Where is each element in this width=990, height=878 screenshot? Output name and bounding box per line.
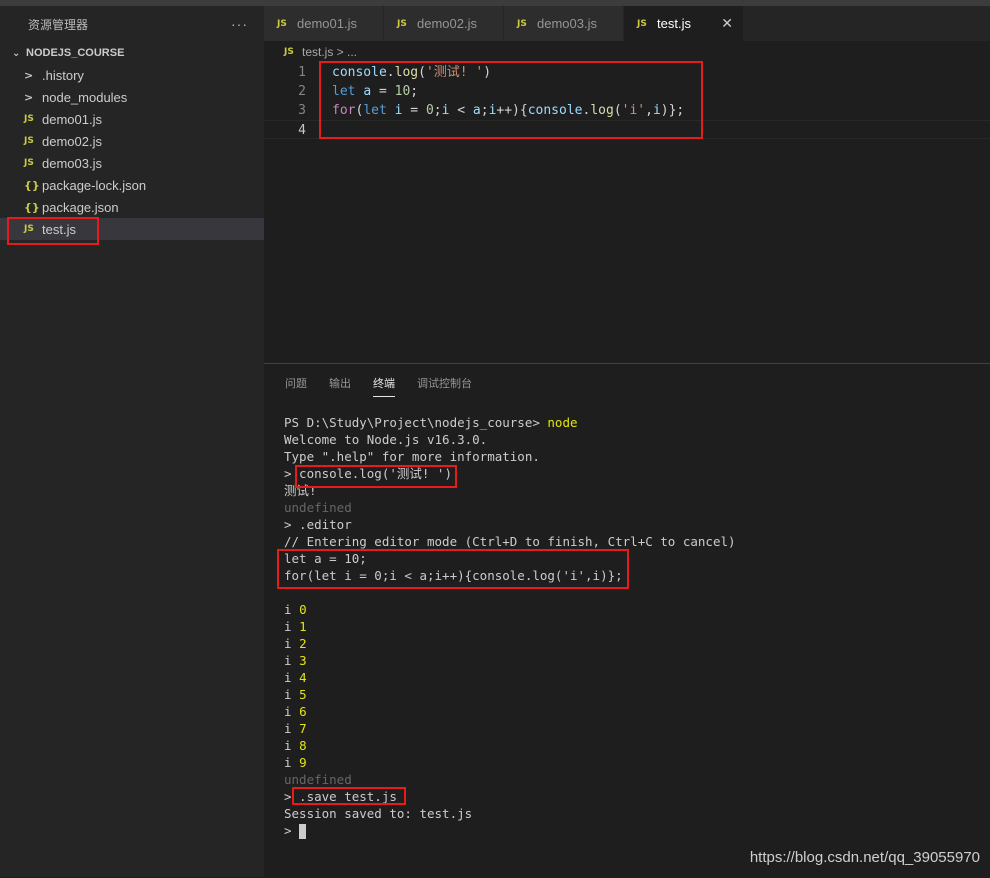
terminal-line: undefined (284, 500, 352, 515)
highlight-box (292, 787, 406, 805)
terminal-line: Welcome to Node.js v16.3.0. (284, 432, 488, 447)
close-icon[interactable]: ✕ (721, 15, 733, 32)
tab-demo03[interactable]: JS demo03.js (504, 6, 624, 41)
terminal-line: > .editor (284, 517, 352, 532)
terminal-output-line: i 1 (284, 619, 307, 634)
tab-output[interactable]: 输出 (329, 375, 351, 397)
chevron-right-icon: > (24, 68, 34, 82)
tab-label: test.js (657, 16, 691, 31)
js-file-icon: JS (24, 114, 34, 124)
tab-demo01[interactable]: JS demo01.js (264, 6, 384, 41)
tab-test-js[interactable]: JS test.js ✕ (624, 6, 744, 41)
terminal-cursor (299, 824, 307, 839)
js-file-icon: JS (637, 18, 647, 29)
highlight-box (277, 549, 629, 589)
terminal-output-line: i 7 (284, 721, 307, 736)
js-file-icon: JS (277, 18, 287, 29)
terminal-line: Session saved to: test.js (284, 806, 473, 821)
watermark: https://blog.csdn.net/qq_39055970 (749, 849, 980, 866)
tab-label: demo01.js (297, 16, 357, 31)
terminal-output-line: i 0 (284, 602, 307, 617)
json-file-icon: {} (24, 200, 40, 214)
tab-demo02[interactable]: JS demo02.js (384, 6, 504, 41)
terminal-line: undefined (284, 772, 352, 787)
tree-item-package-lock[interactable]: {} package-lock.json (0, 174, 264, 196)
tree-item-package-json[interactable]: {} package.json (0, 196, 264, 218)
terminal-line: PS D:\Study\Project\nodejs_course> node (284, 415, 578, 430)
breadcrumb[interactable]: JS test.js > ... (284, 42, 357, 62)
workspace-folder[interactable]: ⌄ NODEJS_COURSE (0, 42, 264, 64)
tab-label: demo02.js (417, 16, 477, 31)
tree-item-demo01[interactable]: JS demo01.js (0, 108, 264, 130)
tree-item-history[interactable]: > .history (0, 64, 264, 86)
highlight-box (319, 61, 703, 139)
js-file-icon: JS (24, 136, 34, 146)
line-number: 2 (298, 84, 306, 99)
tree-item-label: demo02.js (42, 133, 102, 149)
tab-label: demo03.js (537, 16, 597, 31)
more-actions-icon[interactable]: ··· (231, 16, 248, 32)
tree-item-label: package-lock.json (42, 177, 147, 193)
tree-item-label: package.json (42, 199, 119, 215)
js-file-icon: JS (517, 18, 527, 29)
terminal-output-line: i 2 (284, 636, 307, 651)
tree-item-demo03[interactable]: JS demo03.js (0, 152, 264, 174)
explorer-header: 资源管理器 ··· (0, 6, 264, 42)
json-file-icon: {} (24, 178, 40, 192)
terminal-output-line: i 4 (284, 670, 307, 685)
tree-item-node-modules[interactable]: > node_modules (0, 86, 264, 108)
highlight-box (7, 217, 99, 245)
js-file-icon: JS (284, 47, 294, 57)
terminal-line: // Entering editor mode (Ctrl+D to finis… (284, 534, 736, 549)
tree-item-label: .history (42, 67, 84, 83)
explorer-sidebar: 资源管理器 ··· ⌄ NODEJS_COURSE > .history > n… (0, 6, 264, 877)
line-number: 1 (298, 65, 306, 80)
line-number: 4 (298, 123, 306, 138)
tab-terminal[interactable]: 终端 (373, 375, 395, 397)
tab-problems[interactable]: 问题 (285, 375, 307, 397)
tree-item-label: demo03.js (42, 155, 102, 171)
chevron-right-icon: > (24, 90, 34, 104)
terminal-line: Type ".help" for more information. (284, 449, 540, 464)
breadcrumb-text: test.js > ... (302, 45, 358, 59)
tree-item-label: node_modules (42, 89, 128, 105)
tab-debug-console[interactable]: 调试控制台 (417, 375, 472, 397)
terminal-output-line: i 6 (284, 704, 307, 719)
tree-item-label: demo01.js (42, 111, 102, 127)
terminal-output-line: i 5 (284, 687, 307, 702)
editor-tabs: JS demo01.js JS demo02.js JS demo03.js J… (264, 6, 990, 41)
explorer-title: 资源管理器 (28, 17, 89, 32)
line-number: 3 (298, 103, 306, 118)
highlight-box (295, 465, 457, 488)
js-file-icon: JS (397, 18, 407, 29)
panel-tabs: 问题 输出 终端 调试控制台 (285, 375, 494, 397)
tree-item-demo02[interactable]: JS demo02.js (0, 130, 264, 152)
terminal-output-line: i 3 (284, 653, 307, 668)
js-file-icon: JS (24, 158, 34, 168)
terminal-prompt: > (284, 822, 736, 839)
terminal-output-line: i 9 (284, 755, 307, 770)
terminal-output-line: i 8 (284, 738, 307, 753)
chevron-down-icon: ⌄ (12, 47, 21, 59)
folder-name: NODEJS_COURSE (26, 47, 125, 59)
